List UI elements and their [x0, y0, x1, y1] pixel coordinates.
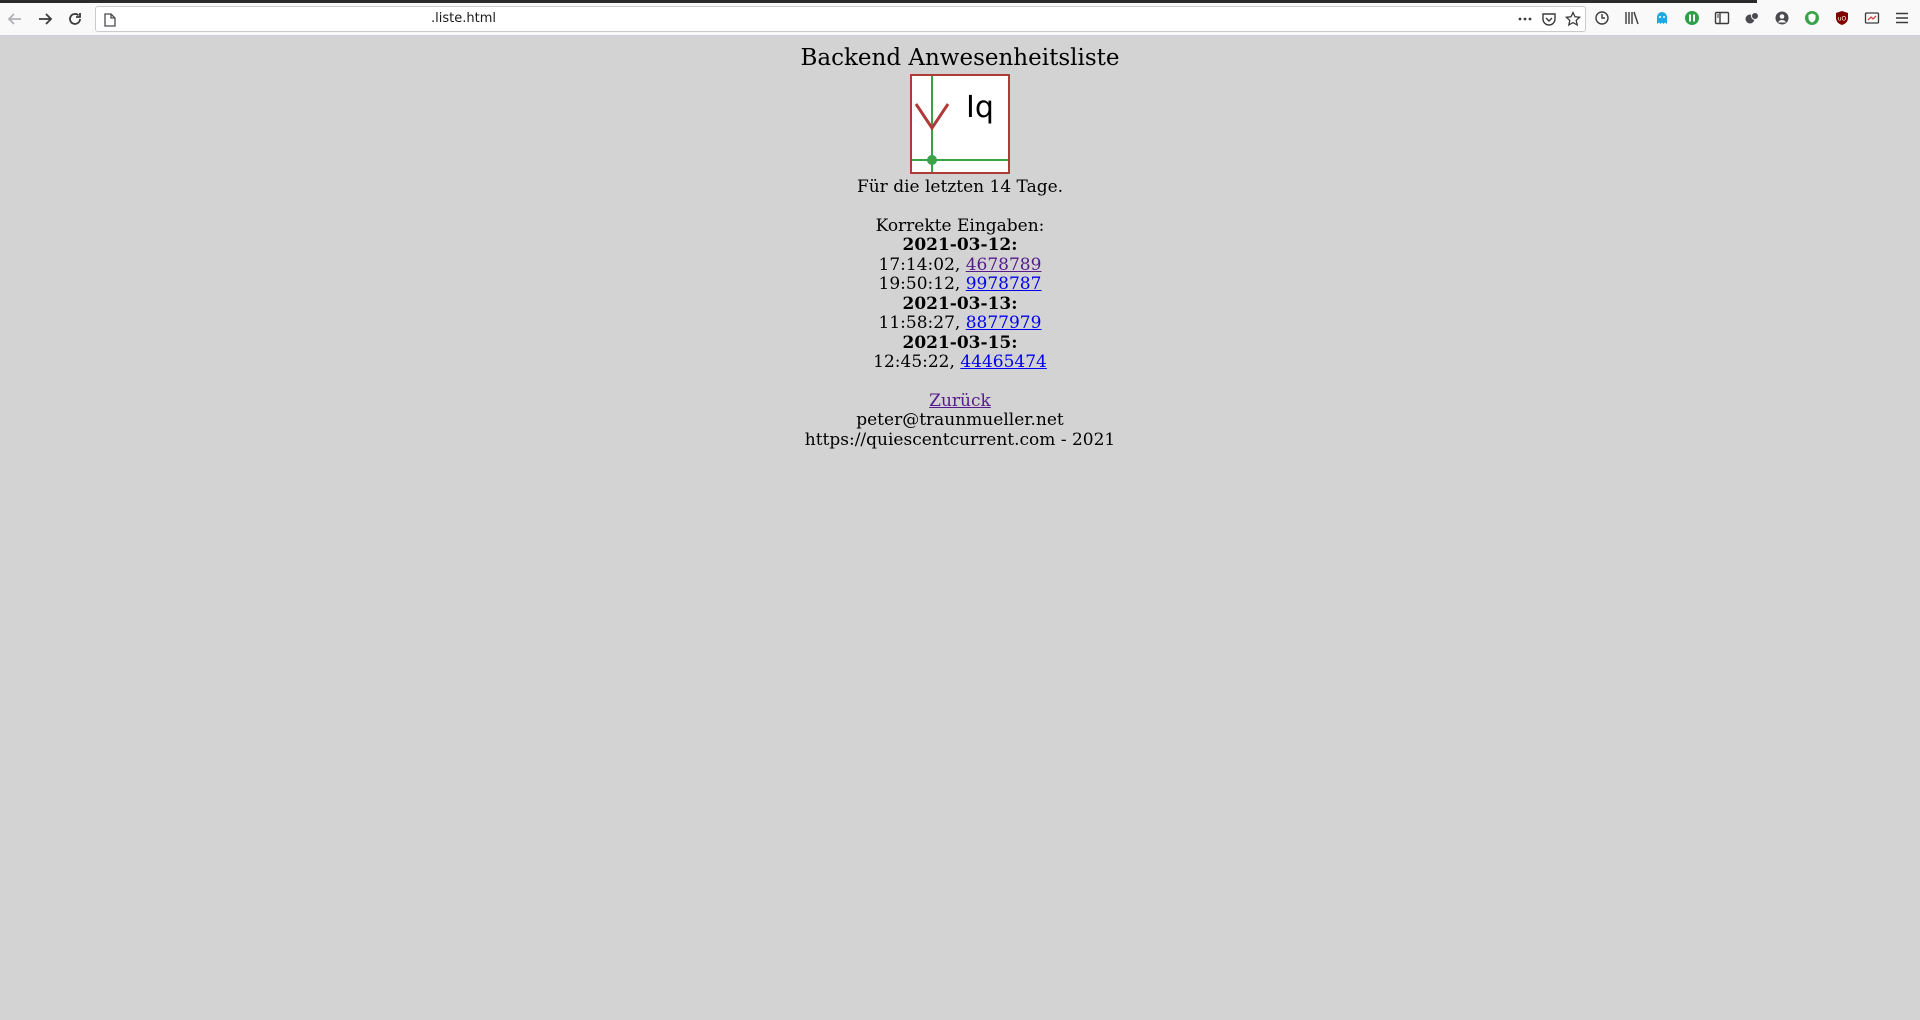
page-title: Backend Anwesenheitsliste [800, 45, 1120, 71]
entry-id-link[interactable]: 4678789 [966, 255, 1042, 275]
svg-text:uO: uO [1838, 16, 1847, 23]
section-label: Korrekte Eingaben: [875, 215, 1045, 236]
list-item: 12:45:22, 44465474 [0, 352, 1920, 373]
page-content: Backend Anwesenheitsliste Iq Für die let… [0, 36, 1920, 450]
back-link-row: Zurück [0, 391, 1920, 412]
green-circle-extension-icon[interactable] [1682, 8, 1702, 28]
bookmark-star-icon[interactable] [1563, 9, 1583, 29]
containers-icon[interactable] [1742, 8, 1762, 28]
reload-button[interactable] [62, 6, 88, 32]
account-icon[interactable] [1772, 8, 1792, 28]
forward-button[interactable] [32, 6, 58, 32]
day-group: 2021-03-15: 12:45:22, 44465474 [0, 332, 1920, 373]
date-heading: 2021-03-13: [902, 293, 1018, 314]
hamburger-menu-icon[interactable] [1892, 8, 1912, 28]
entry-time: 11:58:27, [878, 313, 966, 333]
ghostery-icon[interactable] [1652, 8, 1672, 28]
page-icon [104, 12, 116, 31]
attendance-list: 2021-03-12: 17:14:02, 4678789 19:50:12, … [0, 235, 1920, 373]
forward-arrow-icon [39, 13, 53, 25]
date-heading: 2021-03-12: [902, 235, 1018, 255]
entry-id-link[interactable]: 44465474 [960, 352, 1047, 372]
shield-extension-icon[interactable] [1802, 8, 1822, 28]
browser-toolbar: .liste.html uO [0, 0, 1920, 36]
back-button[interactable] [2, 6, 28, 32]
day-group: 2021-03-12: 17:14:02, 4678789 19:50:12, … [0, 235, 1920, 295]
url-text: .liste.html [431, 11, 496, 26]
back-arrow-icon [7, 13, 21, 25]
history-clock-icon[interactable] [1592, 8, 1612, 28]
list-item: 17:14:02, 4678789 [0, 254, 1920, 276]
library-icon[interactable] [1622, 8, 1642, 28]
url-bar[interactable]: .liste.html [95, 6, 1586, 32]
list-item: 11:58:27, 8877979 [0, 313, 1920, 334]
entry-id-link[interactable]: 8877979 [966, 313, 1042, 333]
tab-strip-line [0, 0, 1757, 3]
logo-text: Iq [966, 90, 994, 125]
logo-icon: Iq [910, 74, 1010, 174]
entry-time: 19:50:12, [878, 274, 966, 294]
date-heading: 2021-03-15: [902, 332, 1018, 353]
entry-time: 17:14:02, [878, 254, 966, 275]
day-group: 2021-03-13: 11:58:27, 8877979 [0, 293, 1920, 334]
footer-text: https://quiescentcurrent.com - 2021 [804, 429, 1116, 450]
pocket-icon[interactable] [1539, 9, 1559, 29]
ublock-icon[interactable]: uO [1832, 8, 1852, 28]
contact-email: peter@traunmueller.net [856, 410, 1064, 430]
toolbar-icons: uO [1592, 8, 1912, 28]
entry-time: 12:45:22, [873, 352, 961, 372]
screenshot-icon[interactable] [1862, 8, 1882, 28]
url-actions [1515, 9, 1583, 29]
period-subtitle: Für die letzten 14 Tage. [856, 177, 1064, 197]
list-item: 19:50:12, 9978787 [0, 274, 1920, 295]
reload-icon [69, 13, 81, 25]
entry-id-link[interactable]: 9978787 [966, 274, 1042, 294]
back-link[interactable]: Zurück [929, 391, 991, 411]
sidebar-icon[interactable] [1712, 8, 1732, 28]
more-actions-icon[interactable] [1515, 9, 1535, 29]
